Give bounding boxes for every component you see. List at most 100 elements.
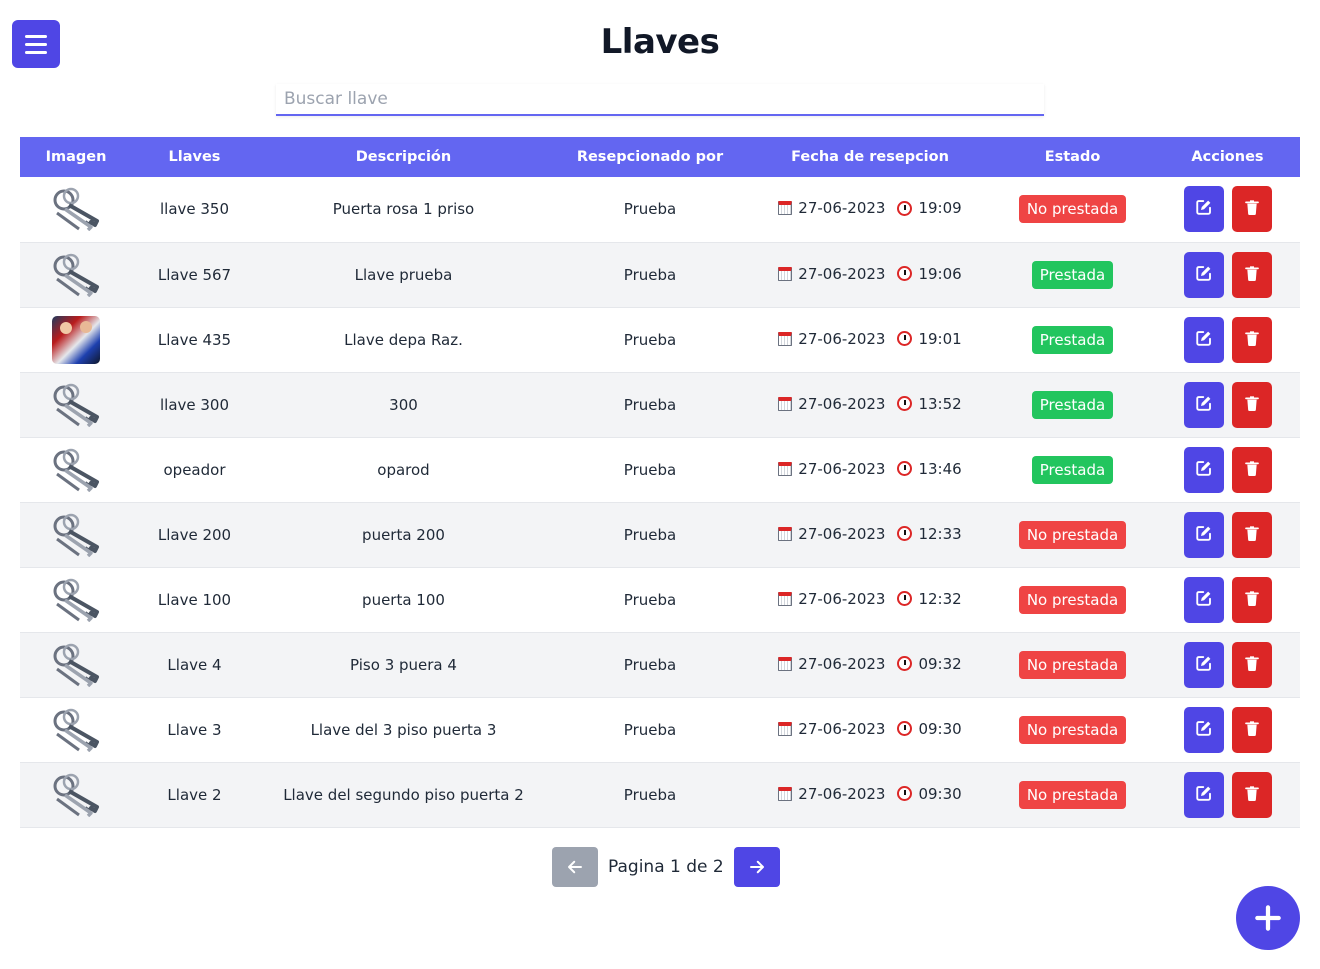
cell-status: No prestada xyxy=(990,762,1155,827)
cell-description: Llave depa Raz. xyxy=(344,330,463,349)
cell-date: 27-06-2023 12:33 xyxy=(750,502,990,567)
cell-received-by: Prueba xyxy=(623,265,677,284)
header-descripcion: Descripción xyxy=(355,149,452,165)
cell-key-name: llave 350 xyxy=(159,200,230,219)
edit-button[interactable] xyxy=(1183,641,1224,688)
delete-button[interactable] xyxy=(1231,771,1272,818)
cell-description: Piso 3 puera 4 xyxy=(350,655,457,674)
cell-actions xyxy=(1155,437,1300,502)
delete-button[interactable] xyxy=(1231,511,1272,558)
date-text: 27-06-2023 xyxy=(798,654,886,673)
edit-icon xyxy=(1195,198,1213,220)
cell-status: Prestada xyxy=(990,437,1155,502)
cell-received-by: Prueba xyxy=(623,590,677,609)
time-text: 09:30 xyxy=(918,719,962,738)
edit-button[interactable] xyxy=(1183,446,1224,493)
pagination: Pagina 1 de 2 xyxy=(552,847,780,887)
cell-actions xyxy=(1155,632,1300,697)
header-estado: Estado xyxy=(1044,149,1101,165)
cell-received-by: Prueba xyxy=(623,785,677,804)
page-indicator: Pagina 1 de 2 xyxy=(608,857,724,877)
header-llaves: Llaves xyxy=(168,149,221,165)
cell-key-name: Llave 100 xyxy=(157,590,232,609)
status-badge: No prestada xyxy=(1018,585,1127,614)
delete-button[interactable] xyxy=(1231,446,1272,493)
add-key-button[interactable] xyxy=(1236,886,1300,950)
cell-image xyxy=(20,697,132,762)
prev-page-button[interactable] xyxy=(552,847,598,887)
cell-description: puerta 100 xyxy=(362,590,445,609)
cell-received-by: Prueba xyxy=(623,525,677,544)
cell-description: oparod xyxy=(377,460,430,479)
cell-received-by: Prueba xyxy=(623,395,677,414)
edit-icon xyxy=(1195,589,1213,611)
edit-button[interactable] xyxy=(1183,381,1224,428)
cell-actions xyxy=(1155,177,1300,242)
delete-button[interactable] xyxy=(1231,186,1272,233)
delete-button[interactable] xyxy=(1231,576,1272,623)
time-text: 13:52 xyxy=(918,394,962,413)
cell-status: Prestada xyxy=(990,307,1155,372)
cell-status: Prestada xyxy=(990,372,1155,437)
cell-key-name: opeador xyxy=(163,460,226,479)
alarm-clock-icon xyxy=(897,200,913,216)
calendar-icon xyxy=(778,266,793,281)
edit-button[interactable] xyxy=(1183,576,1224,623)
date-text: 27-06-2023 xyxy=(798,394,886,413)
cell-date: 27-06-2023 19:09 xyxy=(750,177,990,242)
time-text: 12:32 xyxy=(918,589,962,608)
keys-icon xyxy=(51,643,101,687)
cell-received-by: Prueba xyxy=(623,200,677,219)
alarm-clock-icon xyxy=(897,721,913,736)
edit-button[interactable] xyxy=(1183,316,1224,363)
alarm-clock-icon xyxy=(897,591,913,606)
date-text: 27-06-2023 xyxy=(798,264,886,283)
cell-description: puerta 200 xyxy=(362,525,445,544)
edit-button[interactable] xyxy=(1183,511,1224,558)
delete-button[interactable] xyxy=(1231,381,1272,428)
time-text: 19:09 xyxy=(918,199,962,218)
delete-button[interactable] xyxy=(1231,641,1272,688)
keys-icon xyxy=(51,383,101,427)
alarm-clock-icon xyxy=(897,266,913,281)
cell-received-by: Prueba xyxy=(623,655,677,674)
edit-button[interactable] xyxy=(1183,771,1224,818)
edit-button[interactable] xyxy=(1183,251,1224,298)
calendar-icon xyxy=(778,331,793,346)
table-row: opeador oparod Prueba 27-06-2023 13:46 Presta… xyxy=(20,437,1300,502)
edit-button[interactable] xyxy=(1183,186,1224,233)
arrow-left-icon xyxy=(568,860,582,874)
cell-image xyxy=(20,372,132,437)
trash-icon xyxy=(1244,459,1260,481)
edit-icon xyxy=(1195,654,1213,676)
search-input[interactable] xyxy=(276,84,1044,116)
edit-button[interactable] xyxy=(1183,706,1224,753)
status-badge: No prestada xyxy=(1018,715,1127,744)
delete-button[interactable] xyxy=(1231,706,1272,753)
delete-button[interactable] xyxy=(1231,251,1272,298)
edit-icon xyxy=(1195,394,1213,416)
plus-icon xyxy=(1255,905,1281,931)
calendar-icon xyxy=(778,656,793,671)
time-text: 12:33 xyxy=(918,524,962,543)
trash-icon xyxy=(1244,329,1260,351)
cell-description: Llave prueba xyxy=(354,265,453,284)
cell-image xyxy=(20,242,132,307)
delete-button[interactable] xyxy=(1231,316,1272,363)
alarm-clock-icon xyxy=(897,786,913,801)
cell-date: 27-06-2023 13:46 xyxy=(750,437,990,502)
keys-table: Imagen Llaves Descripción Resepcionado p… xyxy=(20,137,1300,828)
alarm-clock-icon xyxy=(897,461,913,476)
time-text: 09:30 xyxy=(918,784,962,803)
header-acciones: Acciones xyxy=(1191,149,1264,165)
calendar-icon xyxy=(778,721,793,736)
table-row: Llave 4 Piso 3 puera 4 Prueba 27-06-2023 09:… xyxy=(20,632,1300,697)
arrow-right-icon xyxy=(749,860,764,874)
cell-image xyxy=(20,567,132,632)
trash-icon xyxy=(1244,264,1260,286)
date-text: 27-06-2023 xyxy=(798,524,886,543)
cell-actions xyxy=(1155,567,1300,632)
cell-received-by: Prueba xyxy=(623,460,677,479)
next-page-button[interactable] xyxy=(733,847,780,887)
calendar-icon xyxy=(778,396,793,411)
